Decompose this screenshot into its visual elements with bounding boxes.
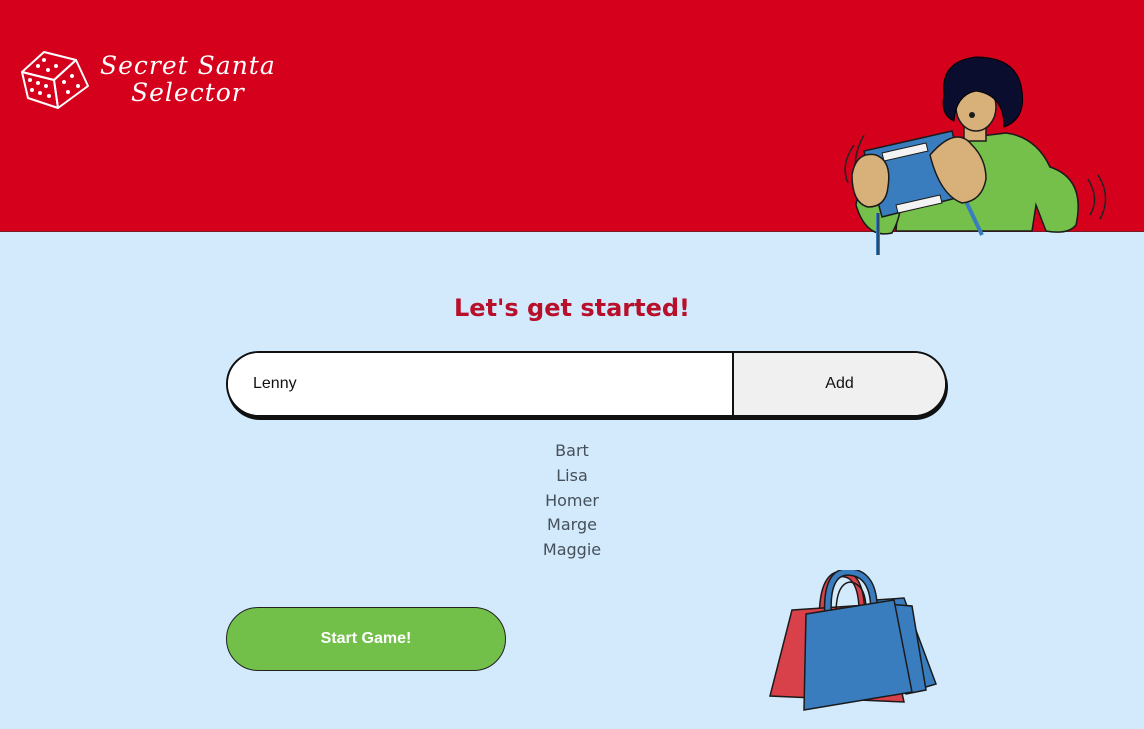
list-item: Homer: [545, 490, 599, 510]
page-title: Let's get started!: [454, 294, 690, 322]
header-banner: Secret Santa Selector: [0, 0, 1144, 255]
participant-list: Bart Lisa Homer Marge Maggie: [0, 439, 1144, 563]
app-title-line1: Secret Santa: [100, 51, 276, 80]
logo[interactable]: Secret Santa Selector: [18, 48, 276, 110]
start-game-button[interactable]: Start Game!: [226, 607, 506, 671]
add-button[interactable]: Add: [732, 353, 945, 415]
list-item: Marge: [547, 515, 597, 535]
participant-name-input[interactable]: [228, 353, 732, 415]
person-with-gift-illustration: [844, 56, 1107, 255]
add-participant-form: Add: [226, 351, 947, 417]
dice-icon: [21, 51, 89, 109]
app-title-line2: Selector: [130, 78, 245, 107]
main-content: Let's get started! Add Bart Lisa Homer M…: [0, 232, 1144, 729]
app-title: Secret Santa Selector: [100, 52, 276, 106]
list-item: Lisa: [556, 465, 588, 485]
shopping-bags-illustration: [769, 570, 937, 711]
list-item: Bart: [555, 441, 589, 460]
list-item: Maggie: [542, 540, 602, 560]
